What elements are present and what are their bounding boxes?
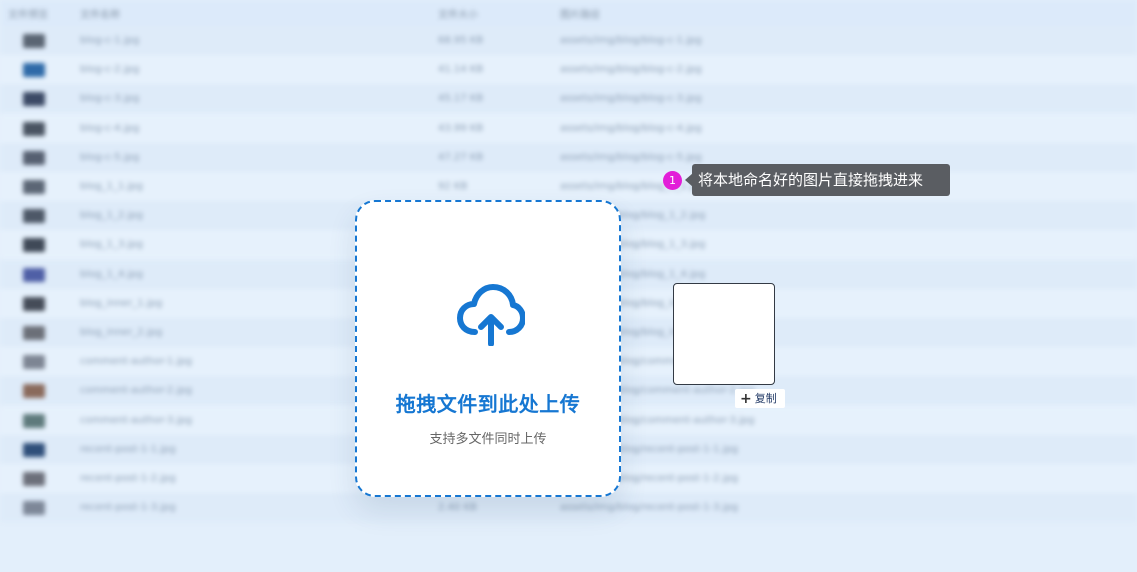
file-name-cell: blog-c-3.jpg [80, 93, 140, 105]
file-name-cell: blog_inner_1.jpg [80, 297, 163, 309]
copy-button-label: 复制 [754, 392, 777, 405]
dropzone-subtitle: 支持多文件同时上传 [429, 432, 547, 447]
file-name-cell: recent-post-1-3.jpg [80, 502, 176, 514]
file-path-cell: assets/img/blog/blog-c-4.jpg [560, 122, 702, 134]
hint-tooltip: 将本地命名好的图片直接拖拽进来 [692, 164, 950, 196]
file-name-cell: recent-post-1-1.jpg [80, 443, 176, 455]
file-name-cell: recent-post-1-2.jpg [80, 473, 176, 484]
file-size-cell: 2.40 KB [438, 502, 477, 514]
file-name-cell: blog-c-2.jpg [80, 64, 140, 76]
thumbnail-image [23, 180, 45, 194]
copy-button[interactable]: + 复制 [735, 389, 785, 408]
file-path-cell: assets/img/blog/recent-post-1-3.jpg [560, 502, 739, 514]
thumbnail-image [23, 34, 45, 48]
table-row: blog-c-1.jpg 68.95 KB assets/img/blog/blog… [0, 26, 1137, 55]
thumbnail-image [23, 384, 45, 399]
thumbnail-image [23, 121, 45, 136]
header-preview: 文件预览 [8, 10, 48, 21]
plus-icon: + [740, 391, 752, 407]
file-name-cell: blog-c-5.jpg [80, 151, 140, 163]
file-name-cell: blog_1_3.jpg [80, 239, 143, 251]
file-path-cell: assets/img/blog/blog-c-1.jpg [560, 35, 702, 46]
thumbnail-image [23, 355, 45, 370]
table-row: blog-c-2.jpg 41.14 KB assets/img/blog/blog… [0, 55, 1137, 85]
cloud-upload-icon [457, 284, 525, 346]
thumbnail-image [23, 326, 45, 340]
file-size-cell: 92 KB [438, 181, 468, 192]
table-row: blog_1_1.jpg 92 KB assets/img/blog/blog_1_… [0, 172, 1137, 201]
table-header: 文件预览 文件名称 文件大小 图片路径 [0, 0, 1137, 26]
file-name-cell: blog-c-4.jpg [80, 122, 140, 134]
header-filesize: 文件大小 [438, 10, 478, 21]
thumbnail-image [23, 238, 45, 253]
thumbnail-image [23, 209, 45, 224]
file-size-cell: 47.27 KB [438, 151, 484, 163]
header-filename: 文件名称 [80, 10, 120, 21]
thumbnail-image [23, 150, 45, 165]
file-path-cell: assets/img/blog/blog-c-2.jpg [560, 64, 702, 76]
table-row: blog-c-3.jpg 45.17 KB assets/img/blog/blog… [0, 84, 1137, 114]
header-path: 图片路径 [560, 10, 600, 21]
file-name-cell: blog_1_2.jpg [80, 210, 143, 222]
file-path-cell: assets/img/blog/blog-c-3.jpg [560, 93, 702, 105]
table-row: blog-c-5.jpg 47.27 KB assets/img/blog/blog… [0, 142, 1137, 172]
table-row: blog-c-4.jpg 43.99 KB assets/img/blog/blog… [0, 113, 1137, 143]
file-size-cell: 41.14 KB [438, 64, 484, 76]
image-preview-box [673, 283, 775, 385]
file-size-cell: 45.17 KB [438, 93, 484, 105]
table-row: recent-post-1-3.jpg 2.40 KB assets/img/blo… [0, 493, 1137, 523]
file-name-cell: comment-author-2.jpg [80, 385, 193, 397]
file-name-cell: comment-author-1.jpg [80, 356, 193, 368]
thumbnail-image [23, 413, 45, 428]
file-name-cell: comment-author-3.jpg [80, 414, 193, 426]
thumbnail-image [23, 501, 45, 516]
step-badge: 1 [663, 171, 682, 190]
file-size-cell: 43.99 KB [438, 122, 484, 134]
thumbnail-image [23, 442, 45, 457]
file-size-cell: 68.95 KB [438, 35, 484, 46]
file-name-cell: blog_inner_2.jpg [80, 327, 163, 338]
thumbnail-image [23, 63, 45, 78]
file-name-cell: blog-c-1.jpg [80, 35, 140, 46]
file-name-cell: blog_1_4.jpg [80, 268, 143, 280]
thumbnail-image [23, 472, 45, 486]
dropzone-title: 拖拽文件到此处上传 [395, 392, 581, 416]
thumbnail-image [23, 267, 45, 282]
file-path-cell: assets/img/blog/blog_1_1.jpg [560, 181, 706, 192]
thumbnail-image [23, 92, 45, 107]
file-name-cell: blog_1_1.jpg [80, 181, 143, 192]
file-path-cell: assets/img/blog/blog-c-5.jpg [560, 151, 702, 163]
thumbnail-image [23, 296, 45, 311]
upload-dropzone[interactable]: 拖拽文件到此处上传 支持多文件同时上传 [355, 200, 621, 497]
